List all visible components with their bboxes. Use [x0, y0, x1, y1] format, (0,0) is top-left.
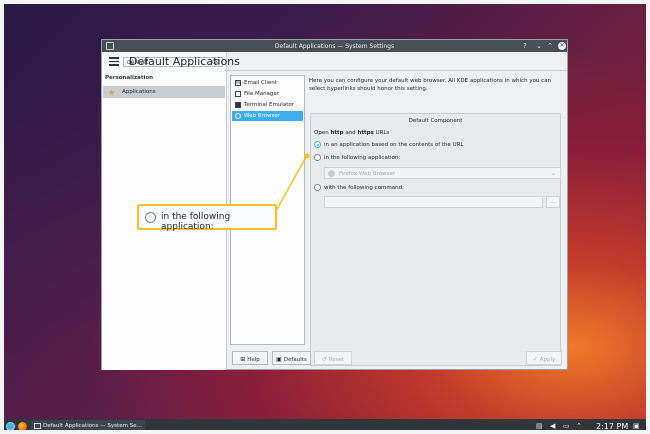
taskbar-task-label: Default Applications — System Se... [43, 423, 142, 429]
desktop-icon[interactable]: ▣ [633, 422, 640, 430]
tray-expand-icon[interactable]: ⌃ [576, 422, 582, 430]
taskbar-task-system-settings[interactable]: Default Applications — System Se... [31, 420, 145, 433]
callout-text: in the following application: [161, 212, 231, 232]
window-icon [34, 423, 41, 429]
clipboard-icon[interactable]: ▤ [536, 422, 543, 430]
radio-icon [145, 212, 156, 223]
taskbar: Default Applications — System Se... ▤ ◀ … [0, 419, 650, 434]
volume-icon[interactable]: ◀ [550, 422, 555, 430]
callout-box: in the following application: [137, 204, 277, 232]
application-launcher-icon[interactable] [6, 422, 15, 431]
callout-pointer [275, 153, 310, 212]
network-icon[interactable]: ▭ [563, 422, 570, 430]
firefox-icon[interactable] [18, 422, 27, 431]
clock[interactable]: 2:17 PM [596, 422, 628, 431]
